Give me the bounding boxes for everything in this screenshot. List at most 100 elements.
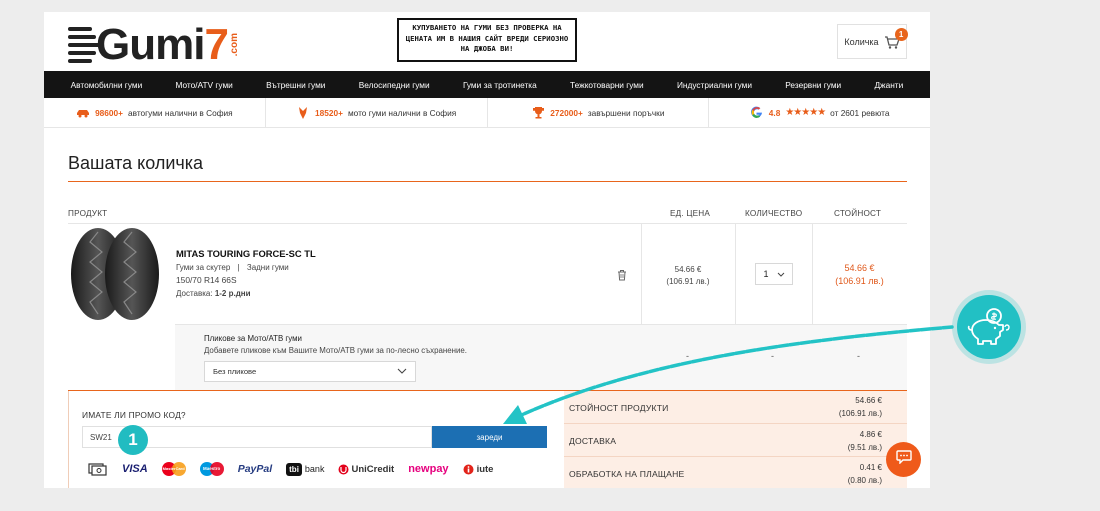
piggy-bank-icon (952, 290, 1026, 364)
cart-icon: 1 (884, 27, 908, 49)
rating-stars: ★★★★★ (785, 107, 826, 118)
apply-promo-button[interactable]: зареди (432, 426, 547, 448)
iute-logo: iute (463, 463, 494, 475)
cart-count-badge: 1 (894, 27, 908, 41)
product-image[interactable] (68, 226, 162, 322)
newpay-logo: newpay (408, 463, 449, 475)
delivery-label: Доставка: (176, 289, 213, 298)
bags-select[interactable]: Без пликове (204, 361, 416, 382)
page-title: Вашата количка (68, 153, 204, 173)
summary-value: 4.86 € (9.51 лв.) (848, 429, 882, 455)
bank-text: bank (304, 464, 325, 474)
piggy-bank-circle (957, 295, 1021, 359)
product-name[interactable]: MITAS TOURING FORCE-SC TL (176, 248, 316, 259)
product-meta: Гуми за скутер | Задни гуми (176, 263, 289, 272)
chat-button[interactable] (886, 442, 921, 477)
stat-orders: 272000+ завършени поръчки (488, 98, 710, 127)
stat-moto-tyres: 18520+ мото гуми налични в София (266, 98, 488, 127)
summary-eur: 4.86 € (859, 430, 882, 439)
nav-item-inner-tubes[interactable]: Вътрешни гуми (266, 80, 325, 90)
nav-item-car-tyres[interactable]: Автомобилни гуми (71, 80, 143, 90)
car-icon (76, 106, 90, 120)
table-header-divider (68, 223, 907, 224)
promo-label: ИМАТЕ ЛИ ПРОМО КОД? (82, 410, 186, 420)
cash-icon (88, 462, 108, 476)
nav-item-truck-tyres[interactable]: Тежкотоварни гуми (570, 80, 644, 90)
product-size: 150/70 R14 66S (176, 275, 237, 285)
summary-bgn: (106.91 лв.) (838, 408, 882, 418)
chat-icon (895, 450, 912, 469)
iute-text: iute (476, 463, 494, 475)
nav-item-spare-tyres[interactable]: Резервни гуми (785, 80, 841, 90)
bags-unit-price: - (686, 351, 689, 361)
stat-car-tyres: 98600+ автогуми налични в София (44, 98, 266, 127)
summary-label: ДОСТАВКА (569, 436, 617, 446)
stat-value: 18520+ (315, 107, 343, 118)
maestro-logo: Maestro (199, 462, 224, 476)
nav-item-industrial-tyres[interactable]: Индустриални гуми (677, 80, 752, 90)
title-divider (68, 181, 907, 182)
step-number-badge: 1 (118, 425, 148, 455)
bags-total: - (857, 351, 860, 361)
product-position: Задни гуми (246, 263, 289, 272)
summary-label: ОБРАБОТКА НА ПЛАЩАНЕ (569, 469, 685, 479)
quantity-value: 1 (763, 269, 769, 279)
nav-item-moto-tyres[interactable]: Мото/ATV гуми (176, 80, 233, 90)
main-nav: Автомобилни гуми Мото/ATV гуми Вътрешни … (44, 71, 930, 98)
product-category: Гуми за скутер (176, 263, 231, 272)
logo-suffix: .com (228, 33, 240, 57)
stat-text: завършени поръчки (587, 107, 665, 118)
mastercard-text: MasterCard (162, 466, 185, 471)
nav-item-scooter-tyres[interactable]: Гуми за тротинетка (463, 80, 537, 90)
paypal-logo: PayPal (237, 463, 273, 475)
bags-select-value: Без пликове (213, 367, 257, 376)
chevron-down-icon (397, 367, 407, 376)
summary-bgn: (0.80 лв.) (847, 475, 882, 485)
line-total: 54.66 € (106.91 лв.) (812, 262, 907, 288)
rating-value: 4.8 (768, 107, 781, 118)
bags-title: Пликове за Мото/АТВ гуми (204, 334, 302, 343)
header-product: ПРОДУКТ (68, 209, 108, 218)
visa-logo: VISA (122, 463, 148, 475)
payment-logos: VISA MasterCard Maestro PayPal tbi bank U… (88, 462, 493, 476)
tbi-bank-logo: tbi bank (286, 462, 325, 476)
cart-label: Количка (844, 36, 879, 47)
stat-text: автогуми налични в София (127, 107, 233, 118)
stat-text: от 2601 ревюта (830, 107, 890, 118)
cart-button[interactable]: Количка 1 (837, 24, 908, 59)
trophy-icon (531, 106, 545, 120)
bags-description: Добавете пликове към Вашите Мото/АТВ гум… (204, 346, 467, 355)
summary-bgn: (9.51 лв.) (847, 442, 882, 452)
price-notice: КУПУВАНЕТО НА ГУМИ БЕЗ ПРОВЕРКА НА ЦЕНАТ… (397, 18, 577, 62)
stat-value: 272000+ (550, 107, 583, 118)
mastercard-logo: MasterCard (161, 462, 186, 476)
site-logo[interactable]: Gumi 7 .com (68, 20, 240, 70)
nav-item-rims[interactable]: Джанти (874, 80, 903, 90)
moto-icon (296, 106, 310, 120)
delivery-value: 1-2 р.дни (214, 289, 251, 298)
stat-text: мото гуми налични в София (347, 107, 457, 118)
page-frame: Gumi 7 .com КУПУВАНЕТО НА ГУМИ БЕЗ ПРОВЕ… (44, 12, 930, 488)
product-delivery: Доставка: 1-2 р.дни (176, 289, 251, 298)
logo-seven: 7 (204, 20, 229, 69)
stat-value: 98600+ (95, 107, 123, 118)
quantity-select[interactable]: 1 (755, 263, 793, 285)
nav-item-bicycle-tyres[interactable]: Велосипедни гуми (359, 80, 430, 90)
summary-eur: 54.66 € (855, 396, 882, 405)
unicredit-logo: UniCredit (338, 464, 394, 475)
unit-price-bgn: (106.91 лв.) (666, 277, 710, 286)
stat-reviews[interactable]: 4.8 ★★★★★ от 2601 ревюта (709, 98, 930, 127)
maestro-text: Maestro (203, 466, 221, 471)
unit-price-eur: 54.66 € (674, 265, 702, 274)
header-quantity: КОЛИЧЕСТВО (745, 209, 803, 218)
delete-icon[interactable] (617, 268, 627, 281)
meta-separator: | (237, 263, 240, 272)
stats-bar: 98600+ автогуми налични в София 18520+ м… (44, 98, 930, 128)
bags-quantity: - (771, 351, 774, 361)
logo-text: Gumi (96, 20, 205, 69)
unicredit-text: UniCredit (351, 463, 395, 475)
chevron-down-icon (777, 269, 785, 279)
tbi-text: tbi (286, 462, 302, 476)
unit-price: 54.66 € (106.91 лв.) (641, 264, 735, 288)
summary-value: 54.66 € (106.91 лв.) (839, 395, 882, 421)
